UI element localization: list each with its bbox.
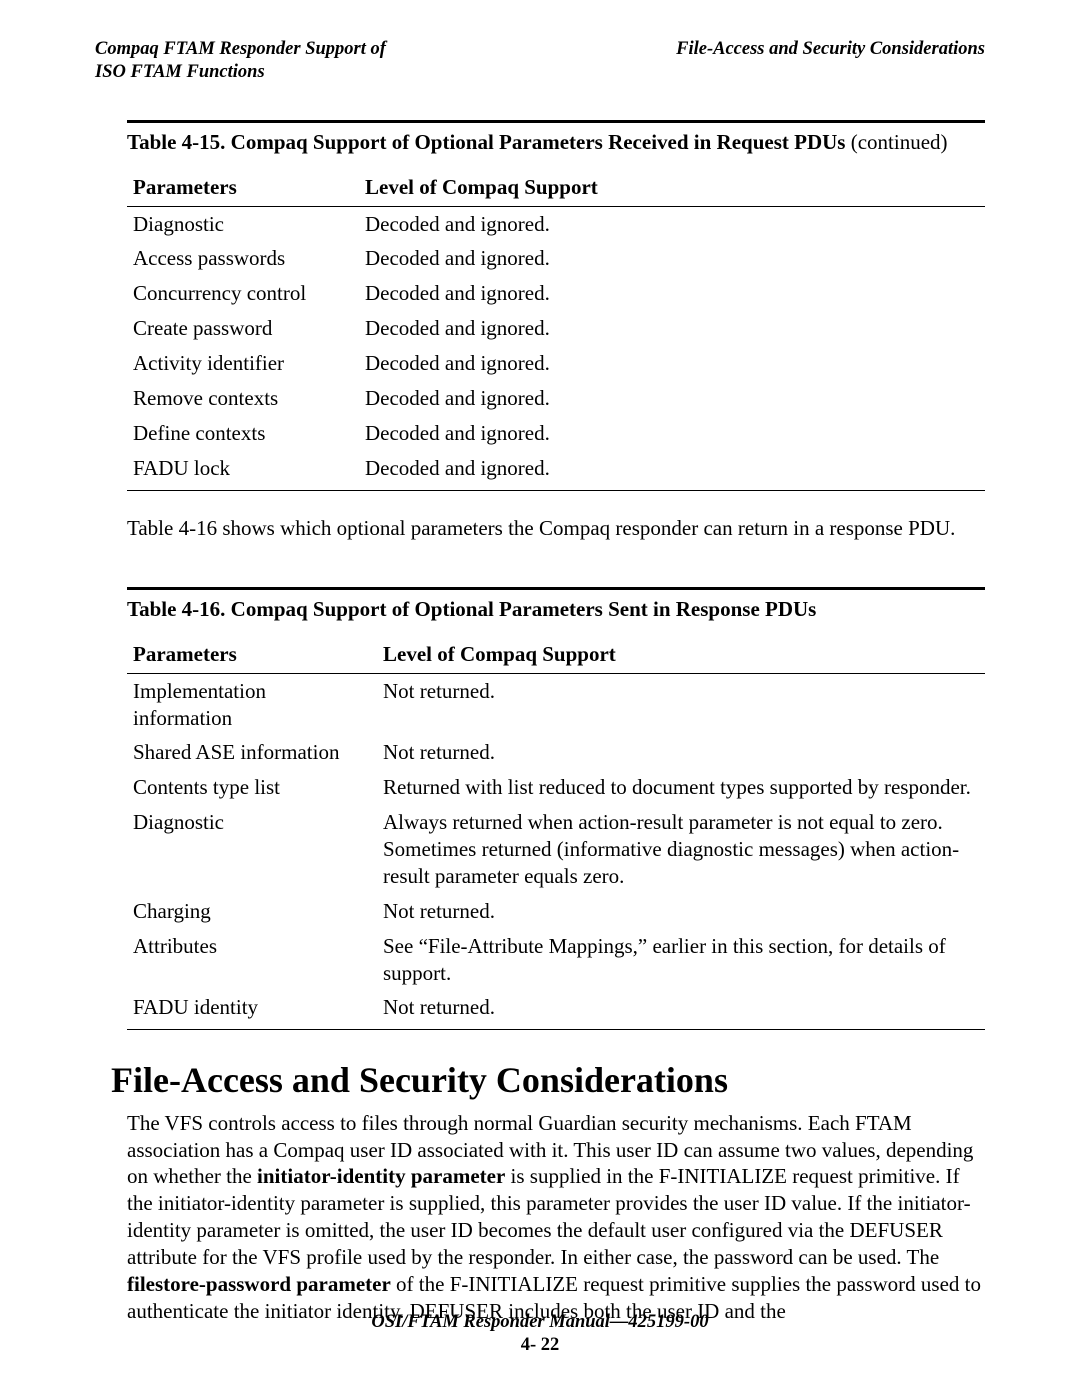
intertable-paragraph: Table 4-16 shows which optional paramete…	[127, 515, 985, 542]
table-4-15-caption-cont: (continued)	[845, 130, 947, 154]
param-cell: FADU lock	[127, 451, 359, 490]
table-row: FADU identityNot returned.	[127, 990, 985, 1029]
table-4-15: Table 4-15. Compaq Support of Optional P…	[127, 120, 985, 490]
param-cell: Define contexts	[127, 416, 359, 451]
table-4-16: Table 4-16. Compaq Support of Optional P…	[127, 587, 985, 1030]
param-cell: Shared ASE information	[127, 735, 377, 770]
table-4-16-col2: Level of Compaq Support	[377, 638, 985, 674]
table-4-15-col1: Parameters	[127, 171, 359, 207]
support-cell: Decoded and ignored.	[359, 451, 985, 490]
table-row: FADU lockDecoded and ignored.	[127, 451, 985, 490]
table-4-15-caption-main: Table 4-15. Compaq Support of Optional P…	[127, 130, 845, 154]
support-cell: Decoded and ignored.	[359, 311, 985, 346]
param-cell: Create password	[127, 311, 359, 346]
body-bold-2: filestore-password parameter	[127, 1272, 391, 1296]
param-cell: Diagnostic	[127, 206, 359, 241]
table-row: Concurrency controlDecoded and ignored.	[127, 276, 985, 311]
page-footer: OSI/FTAM Responder Manual—425199-00 4- 2…	[0, 1311, 1080, 1357]
table-row: Remove contextsDecoded and ignored.	[127, 381, 985, 416]
header-left-line1: Compaq FTAM Responder Support of	[95, 39, 386, 59]
param-cell: Access passwords	[127, 241, 359, 276]
param-cell: Diagnostic	[127, 805, 377, 894]
param-cell: Activity identifier	[127, 346, 359, 381]
param-cell: Charging	[127, 894, 377, 929]
table-4-15-grid: Parameters Level of Compaq Support Diagn…	[127, 171, 985, 491]
support-cell: Not returned.	[377, 894, 985, 929]
footer-docnum: 425199-00	[628, 1312, 708, 1332]
support-cell: Always returned when action-result param…	[377, 805, 985, 894]
page-content: Table 4-15. Compaq Support of Optional P…	[95, 84, 985, 1324]
table-row: Activity identifierDecoded and ignored.	[127, 346, 985, 381]
support-cell: Decoded and ignored.	[359, 206, 985, 241]
table-row: Define contextsDecoded and ignored.	[127, 416, 985, 451]
table-row: Contents type listReturned with list red…	[127, 770, 985, 805]
support-cell: Not returned.	[377, 673, 985, 735]
header-left: Compaq FTAM Responder Support of ISO FTA…	[95, 38, 386, 84]
table-4-16-caption: Table 4-16. Compaq Support of Optional P…	[127, 596, 985, 623]
table-row: Access passwordsDecoded and ignored.	[127, 241, 985, 276]
support-cell: Decoded and ignored.	[359, 241, 985, 276]
param-cell: Implementation information	[127, 673, 377, 735]
table-row: Shared ASE informationNot returned.	[127, 735, 985, 770]
header-right: File-Access and Security Considerations	[676, 38, 985, 84]
support-cell: Decoded and ignored.	[359, 276, 985, 311]
support-cell: Decoded and ignored.	[359, 416, 985, 451]
table-4-15-body: DiagnosticDecoded and ignored.Access pas…	[127, 206, 985, 490]
table-4-16-body: Implementation informationNot returned.S…	[127, 673, 985, 1030]
table-row: ChargingNot returned.	[127, 894, 985, 929]
table-row: AttributesSee “File-Attribute Mappings,”…	[127, 929, 985, 991]
support-cell: Not returned.	[377, 990, 985, 1029]
table-4-15-col2: Level of Compaq Support	[359, 171, 985, 207]
table-4-16-grid: Parameters Level of Compaq Support Imple…	[127, 638, 985, 1031]
table-row: Create passwordDecoded and ignored.	[127, 311, 985, 346]
page-header: Compaq FTAM Responder Support of ISO FTA…	[95, 38, 985, 84]
section-body-paragraph: The VFS controls access to files through…	[127, 1110, 985, 1325]
support-cell: Returned with list reduced to document t…	[377, 770, 985, 805]
param-cell: FADU identity	[127, 990, 377, 1029]
table-row: Implementation informationNot returned.	[127, 673, 985, 735]
table-4-15-caption: Table 4-15. Compaq Support of Optional P…	[127, 129, 985, 156]
support-cell: Not returned.	[377, 735, 985, 770]
table-row: DiagnosticDecoded and ignored.	[127, 206, 985, 241]
param-cell: Concurrency control	[127, 276, 359, 311]
param-cell: Attributes	[127, 929, 377, 991]
body-bold-1: initiator-identity parameter	[257, 1164, 505, 1188]
footer-manual-line: OSI/FTAM Responder Manual—425199-00	[0, 1311, 1080, 1334]
support-cell: Decoded and ignored.	[359, 346, 985, 381]
header-left-line2: ISO FTAM Functions	[95, 62, 265, 82]
section-heading: File-Access and Security Considerations	[111, 1060, 985, 1101]
footer-page-number: 4- 22	[0, 1334, 1080, 1357]
header-right-text: File-Access and Security Considerations	[676, 39, 985, 59]
footer-manual-title: OSI/FTAM Responder Manual	[371, 1312, 610, 1332]
param-cell: Contents type list	[127, 770, 377, 805]
support-cell: Decoded and ignored.	[359, 381, 985, 416]
param-cell: Remove contexts	[127, 381, 359, 416]
table-row: DiagnosticAlways returned when action-re…	[127, 805, 985, 894]
support-cell: See “File-Attribute Mappings,” earlier i…	[377, 929, 985, 991]
table-4-16-col1: Parameters	[127, 638, 377, 674]
